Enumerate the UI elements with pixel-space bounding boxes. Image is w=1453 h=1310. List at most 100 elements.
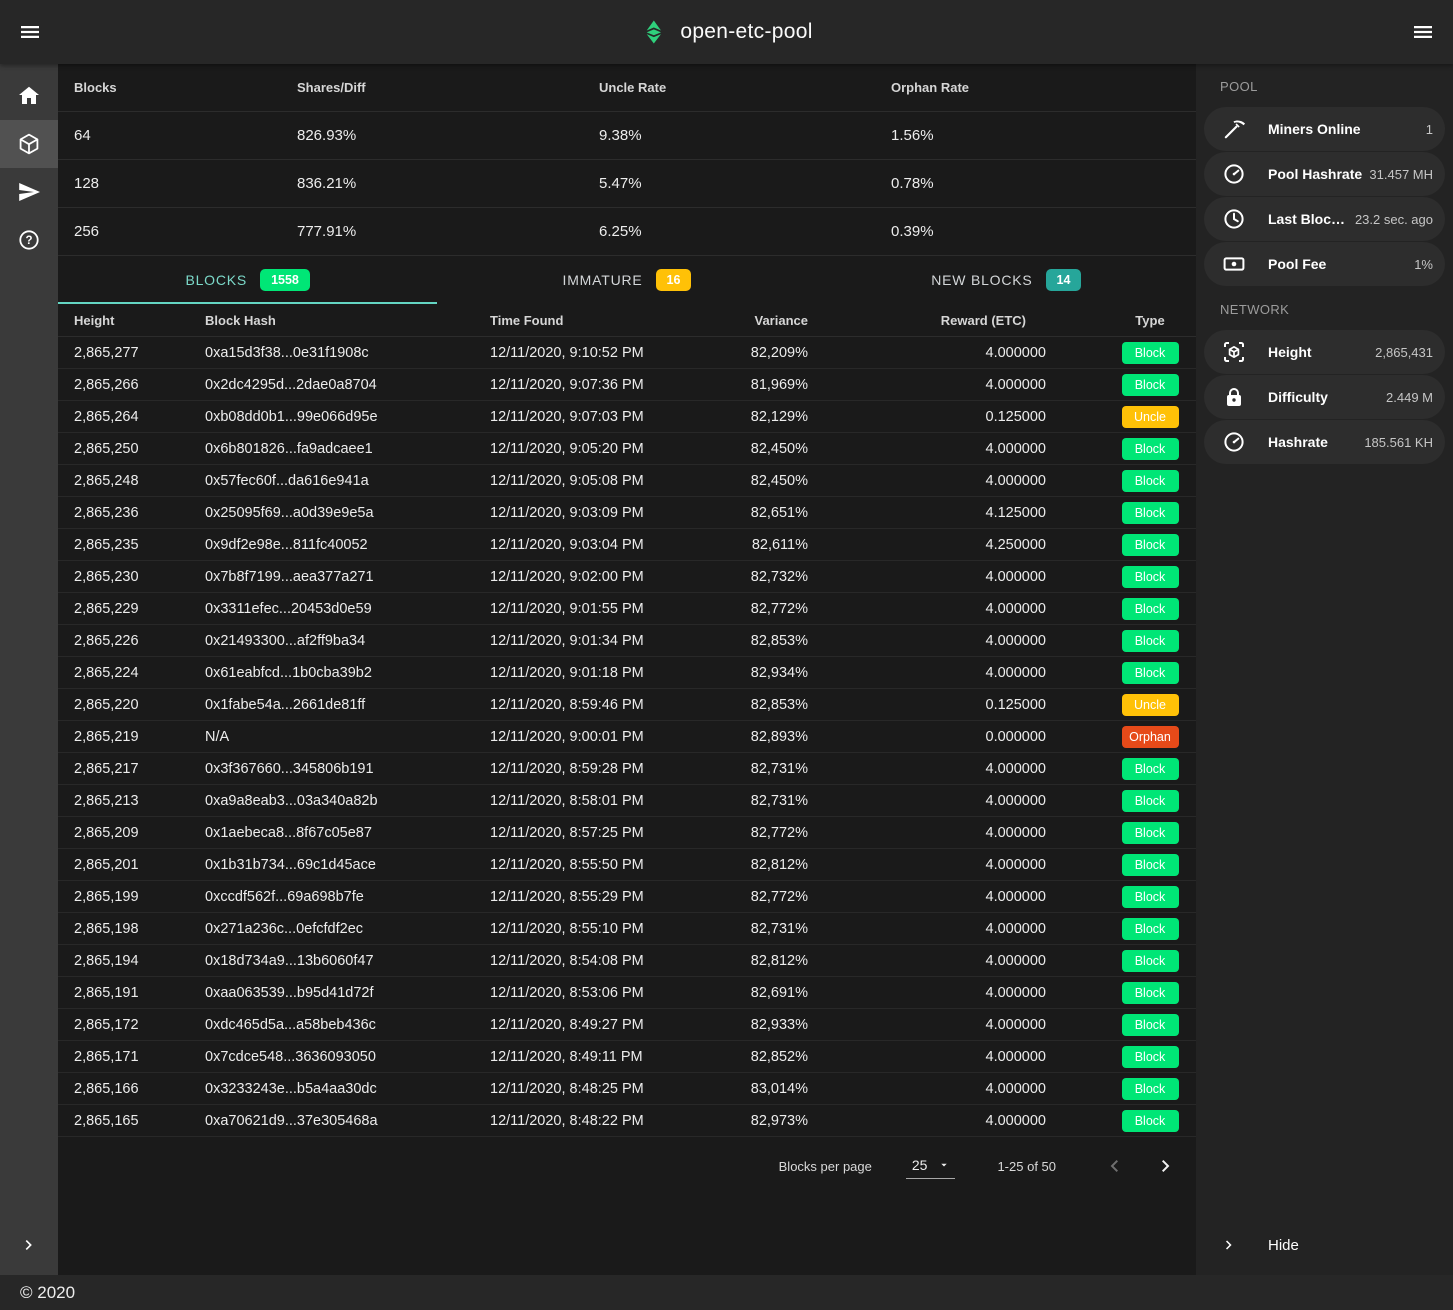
cell-time-found: 12/11/2020, 9:07:36 PM <box>490 377 690 393</box>
type-badge: Block <box>1122 1014 1179 1036</box>
sidebar-item-home[interactable] <box>0 72 58 120</box>
type-badge: Block <box>1122 950 1179 972</box>
cell-variance: 82,651% <box>690 505 808 521</box>
hide-sidebar-button[interactable]: Hide <box>1196 1221 1453 1269</box>
type-badge: Block <box>1122 982 1179 1004</box>
cell-reward: 4.000000 <box>808 953 1104 969</box>
cell-variance: 81,969% <box>690 377 808 393</box>
cell-type: Block <box>1104 662 1196 684</box>
stats-col-header: Shares/Diff <box>281 80 583 95</box>
cell-time-found: 12/11/2020, 9:07:03 PM <box>490 409 690 425</box>
network-section-label: NETWORK <box>1196 287 1453 330</box>
pool-stat-label: Last Block Fo… <box>1268 211 1349 227</box>
cell-variance: 82,772% <box>690 601 808 617</box>
cell-reward: 4.000000 <box>808 601 1104 617</box>
cell-time-found: 12/11/2020, 9:00:01 PM <box>490 729 690 745</box>
cell-variance: 82,812% <box>690 857 808 873</box>
cell-block-hash: 0x7b8f7199...aea377a271 <box>205 569 490 585</box>
cell-height: 2,865,191 <box>58 985 205 1001</box>
luck-stats-table: BlocksShares/DiffUncle RateOrphan Rate64… <box>58 64 1196 256</box>
cell-type: Block <box>1104 630 1196 652</box>
pool-stat-value: 1 <box>1420 122 1433 137</box>
cell-height: 2,865,235 <box>58 537 205 553</box>
cell-reward: 4.000000 <box>808 857 1104 873</box>
cell-block-hash: 0x1aebeca8...8f67c05e87 <box>205 825 490 841</box>
cell-block-hash: 0x57fec60f...da616e941a <box>205 473 490 489</box>
type-badge: Block <box>1122 630 1179 652</box>
stats-cell: 128 <box>58 175 281 192</box>
stats-cell: 0.39% <box>875 223 1196 240</box>
clock-icon <box>1222 207 1246 231</box>
table-row: 2,865,1660x3233243e...b5a4aa30dc12/11/20… <box>58 1073 1196 1105</box>
type-badge: Uncle <box>1122 406 1179 428</box>
stats-cell: 836.21% <box>281 175 583 192</box>
type-badge: Block <box>1122 1046 1179 1068</box>
type-badge: Block <box>1122 502 1179 524</box>
stats-col-header: Orphan Rate <box>875 80 1196 95</box>
menu-icon[interactable] <box>18 20 42 44</box>
stats-cell: 826.93% <box>281 127 583 144</box>
sidebar-expand-button[interactable] <box>0 1221 58 1269</box>
cell-height: 2,865,220 <box>58 697 205 713</box>
tab-blocks[interactable]: BLOCKS1558 <box>58 256 437 304</box>
stats-cell: 1.56% <box>875 127 1196 144</box>
cell-reward: 4.000000 <box>808 921 1104 937</box>
menu-icon-right[interactable] <box>1411 20 1435 44</box>
pool-stat-value: 1% <box>1408 257 1433 272</box>
blocks-col-header: Type <box>1104 313 1196 328</box>
cell-variance: 82,209% <box>690 345 808 361</box>
cell-reward: 4.000000 <box>808 345 1104 361</box>
left-sidebar: ? <box>0 64 58 1275</box>
pool-stat-item: Pool Fee1% <box>1204 242 1445 286</box>
cell-type: Block <box>1104 566 1196 588</box>
sidebar-item-payments[interactable] <box>0 168 58 216</box>
cell-reward: 4.250000 <box>808 537 1104 553</box>
table-row: 2,865,1720xdc465d5a...a58beb436c12/11/20… <box>58 1009 1196 1041</box>
cell-height: 2,865,201 <box>58 857 205 873</box>
previous-page-button[interactable] <box>1102 1154 1126 1178</box>
banknote-icon <box>1222 252 1246 276</box>
blocks-per-page-select[interactable]: 25 <box>906 1153 956 1179</box>
table-row: 2,865,1710x7cdce548...363609305012/11/20… <box>58 1041 1196 1073</box>
cell-time-found: 12/11/2020, 8:57:25 PM <box>490 825 690 841</box>
cell-time-found: 12/11/2020, 9:03:04 PM <box>490 537 690 553</box>
cell-block-hash: 0xa70621d9...37e305468a <box>205 1113 490 1129</box>
cell-height: 2,865,250 <box>58 441 205 457</box>
tab-immature[interactable]: IMMATURE16 <box>437 256 816 304</box>
blocks-col-header: Block Hash <box>205 313 490 328</box>
cell-block-hash: 0xa15d3f38...0e31f1908c <box>205 345 490 361</box>
cell-type: Block <box>1104 470 1196 492</box>
table-row: 2,865,2240x61eabfcd...1b0cba39b212/11/20… <box>58 657 1196 689</box>
cell-type: Block <box>1104 1046 1196 1068</box>
tab-count-badge: 16 <box>656 269 692 291</box>
cell-height: 2,865,219 <box>58 729 205 745</box>
cell-reward: 4.000000 <box>808 569 1104 585</box>
cell-type: Block <box>1104 950 1196 972</box>
tab-new-blocks[interactable]: NEW BLOCKS14 <box>817 256 1196 304</box>
cell-type: Block <box>1104 1078 1196 1100</box>
copyright-text: © 2020 <box>20 1283 75 1303</box>
network-stat-item: Difficulty2.449 M <box>1204 375 1445 419</box>
brand: open-etc-pool <box>640 0 812 64</box>
cell-reward: 4.000000 <box>808 793 1104 809</box>
type-badge: Block <box>1122 342 1179 364</box>
table-row: 2,865,219N/A12/11/2020, 9:00:01 PM82,893… <box>58 721 1196 753</box>
cell-variance: 82,852% <box>690 1049 808 1065</box>
cell-variance: 82,450% <box>690 441 808 457</box>
tab-label: NEW BLOCKS <box>931 272 1032 288</box>
sidebar-item-blocks[interactable] <box>0 120 58 168</box>
type-badge: Block <box>1122 438 1179 460</box>
cell-height: 2,865,229 <box>58 601 205 617</box>
right-sidebar: POOL Miners Online1Pool Hashrate31.457 M… <box>1196 64 1453 1275</box>
blocks-col-header: Height <box>58 313 205 328</box>
sidebar-item-help[interactable]: ? <box>0 216 58 264</box>
pagination: Blocks per page 25 1-25 of 50 <box>58 1137 1196 1195</box>
cell-height: 2,865,266 <box>58 377 205 393</box>
cell-time-found: 12/11/2020, 8:54:08 PM <box>490 953 690 969</box>
stats-cell: 64 <box>58 127 281 144</box>
cell-reward: 4.125000 <box>808 505 1104 521</box>
cell-time-found: 12/11/2020, 9:03:09 PM <box>490 505 690 521</box>
next-page-button[interactable] <box>1154 1154 1178 1178</box>
gauge-icon <box>1222 162 1246 186</box>
cell-reward: 4.000000 <box>808 761 1104 777</box>
